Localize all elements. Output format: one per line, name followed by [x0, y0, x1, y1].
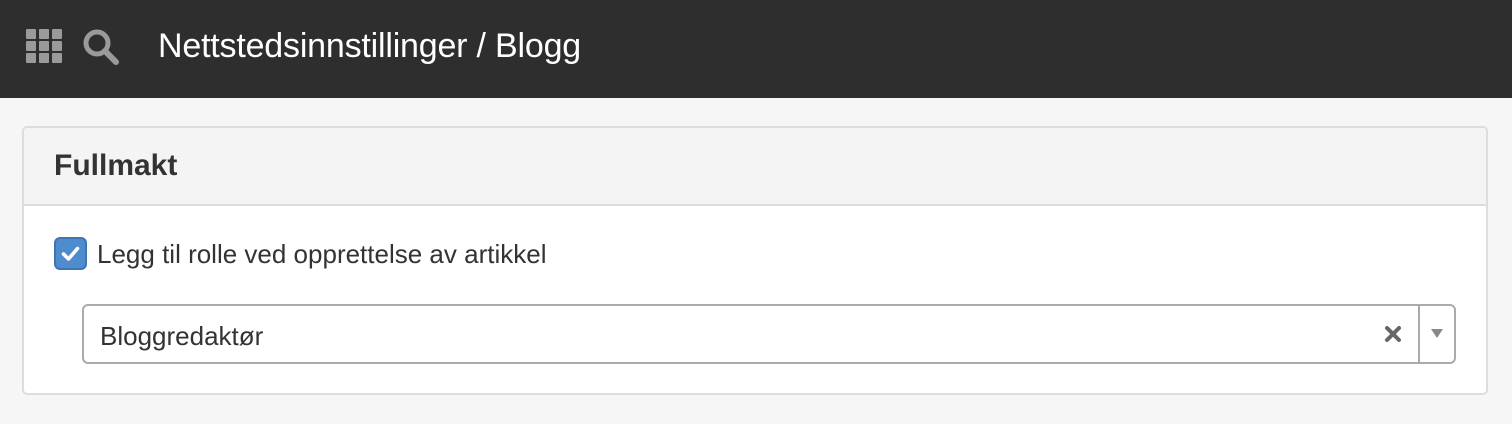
role-select[interactable]: Bloggredaktør: [82, 304, 1456, 364]
permissions-panel: Fullmakt Legg til rolle ved opprettelse …: [22, 126, 1488, 395]
checkmark-icon: [61, 246, 80, 261]
panel-title: Fullmakt: [54, 149, 178, 182]
page-title: Nettstedsinnstillinger / Blogg: [158, 27, 582, 65]
role-select-value: Bloggredaktør: [100, 321, 264, 351]
grid-icon[interactable]: [26, 29, 62, 63]
search-icon[interactable]: [82, 28, 120, 66]
add-role-checkbox-label[interactable]: Legg til rolle ved opprettelse av artikk…: [97, 238, 546, 270]
select-divider: [1418, 306, 1420, 362]
top-bar: Nettstedsinnstillinger / Blogg: [0, 0, 1512, 98]
add-role-checkbox[interactable]: [54, 237, 87, 270]
triangle-down-icon[interactable]: [1430, 326, 1444, 340]
clear-x-icon[interactable]: [1384, 325, 1402, 343]
panel-heading: Fullmakt: [24, 128, 1486, 206]
